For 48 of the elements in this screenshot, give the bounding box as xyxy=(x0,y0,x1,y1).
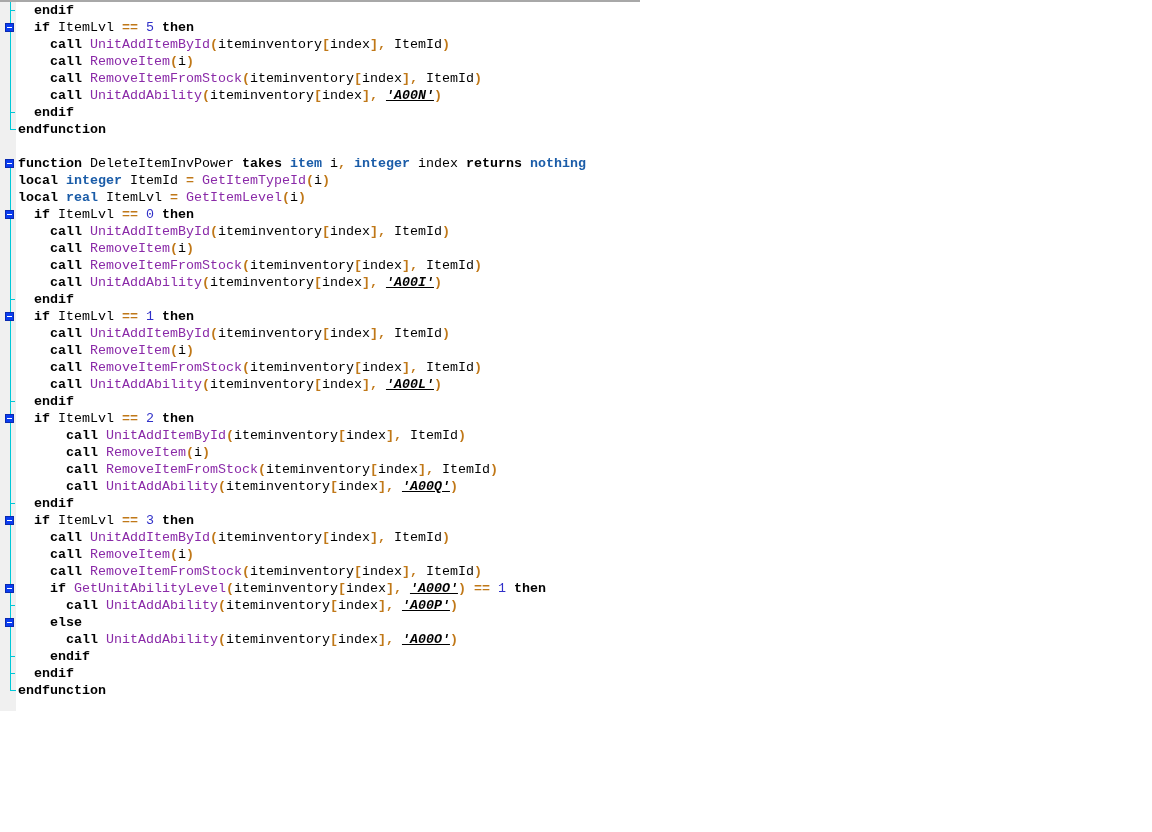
code-line: call UnitAddItemById(iteminventory[index], ItemId) xyxy=(49,36,450,53)
code-line: call UnitAddAbility(iteminventory[index], 'A00N') xyxy=(49,87,442,104)
code-line: local integer ItemId = GetItemTypeId(i) xyxy=(17,172,330,189)
collapse-icon[interactable] xyxy=(5,210,14,219)
code-line: call UnitAddItemById(iteminventory[index], ItemId) xyxy=(49,529,450,546)
code-line: call RemoveItemFromStock(iteminventory[index], ItemId) xyxy=(49,563,482,580)
code-line: if ItemLvl == 1 then xyxy=(33,308,194,325)
code-line: call RemoveItemFromStock(iteminventory[index], ItemId) xyxy=(65,461,498,478)
collapse-icon[interactable] xyxy=(5,516,14,525)
code-line: endif xyxy=(33,291,74,308)
code-line: call RemoveItem(i) xyxy=(49,342,194,359)
code-line: call RemoveItemFromStock(iteminventory[index], ItemId) xyxy=(49,70,482,87)
code-line: function DeleteItemInvPower takes item i, integer index returns nothing xyxy=(17,155,586,172)
collapse-icon[interactable] xyxy=(5,414,14,423)
code-line: endif xyxy=(49,648,90,665)
code-line: call RemoveItem(i) xyxy=(49,546,194,563)
code-line: call UnitAddAbility(iteminventory[index], 'A00I') xyxy=(49,274,442,291)
code-line: if GetUnitAbilityLevel(iteminventory[index], 'A00O') == 1 then xyxy=(49,580,546,597)
code-line: call RemoveItemFromStock(iteminventory[index], ItemId) xyxy=(49,359,482,376)
code-line: if ItemLvl == 5 then xyxy=(33,19,194,36)
code-line: endif xyxy=(33,393,74,410)
code-line: if ItemLvl == 0 then xyxy=(33,206,194,223)
code-line: endif xyxy=(33,104,74,121)
code-line: endfunction xyxy=(17,682,106,699)
code-line: call UnitAddItemById(iteminventory[index], ItemId) xyxy=(49,325,450,342)
code-line: call UnitAddAbility(iteminventory[index], 'A00P') xyxy=(65,597,458,614)
code-line: call RemoveItem(i) xyxy=(49,240,194,257)
code-line: call UnitAddItemById(iteminventory[index], ItemId) xyxy=(49,223,450,240)
collapse-icon[interactable] xyxy=(5,584,14,593)
collapse-icon[interactable] xyxy=(5,312,14,321)
code-line: local real ItemLvl = GetItemLevel(i) xyxy=(17,189,306,206)
code-line: endif xyxy=(33,2,74,19)
code-line: if ItemLvl == 2 then xyxy=(33,410,194,427)
collapse-icon[interactable] xyxy=(5,23,14,32)
code-line: call UnitAddAbility(iteminventory[index], 'A00Q') xyxy=(65,478,458,495)
code-line: call RemoveItem(i) xyxy=(65,444,210,461)
code-line: endfunction xyxy=(17,121,106,138)
code-line: call RemoveItemFromStock(iteminventory[index], ItemId) xyxy=(49,257,482,274)
code-line: call UnitAddItemById(iteminventory[index], ItemId) xyxy=(65,427,466,444)
collapse-icon[interactable] xyxy=(5,159,14,168)
code-line: else xyxy=(49,614,82,631)
code-line: call UnitAddAbility(iteminventory[index], 'A00O') xyxy=(65,631,458,648)
code-line: endif xyxy=(33,665,74,682)
collapse-icon[interactable] xyxy=(5,618,14,627)
code-line: endif xyxy=(33,495,74,512)
code-line: call UnitAddAbility(iteminventory[index], 'A00L') xyxy=(49,376,442,393)
code-line: if ItemLvl == 3 then xyxy=(33,512,194,529)
code-line: call RemoveItem(i) xyxy=(49,53,194,70)
